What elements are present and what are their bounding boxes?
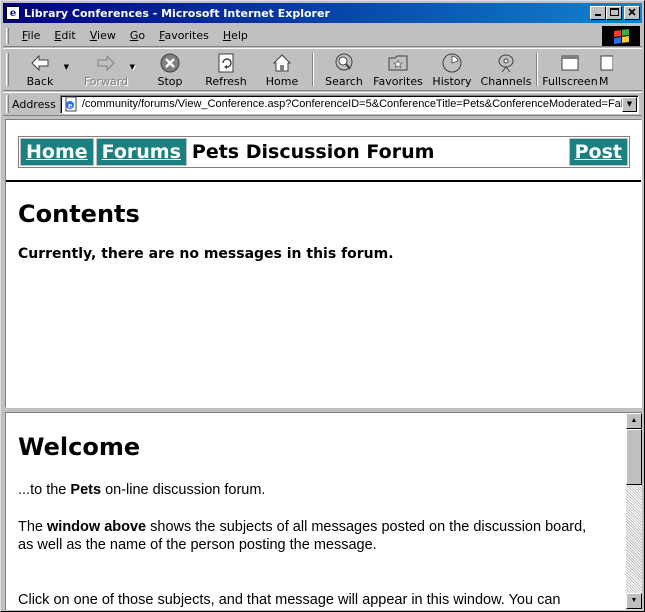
address-label: Address — [12, 97, 56, 111]
menu-bar: File Edit View Go Favorites Help — [3, 25, 642, 47]
favorites-button[interactable]: Favorites — [371, 49, 425, 90]
windows-flag-icon — [613, 28, 629, 44]
browser-window: e Library Conferences - Microsoft Intern… — [0, 0, 645, 612]
forward-dropdown-icon[interactable]: ▼ — [130, 63, 135, 71]
maximize-button[interactable] — [606, 6, 622, 20]
nav-post-link[interactable]: Post — [568, 138, 628, 166]
ie-app-icon[interactable]: e — [6, 6, 20, 20]
close-button[interactable] — [624, 6, 640, 20]
svg-text:e: e — [68, 101, 73, 110]
fullscreen-button[interactable]: Fullscreen — [541, 49, 599, 90]
home-button[interactable]: Home — [255, 49, 309, 90]
channels-satellite-icon — [498, 54, 514, 72]
refresh-icon — [218, 53, 234, 72]
forum-name-bold: Pets — [70, 482, 102, 498]
horizontal-rule — [6, 180, 641, 182]
menu-view[interactable]: View — [83, 29, 123, 42]
search-icon — [335, 53, 353, 70]
channels-button[interactable]: Channels — [479, 49, 533, 90]
back-arrow-icon — [31, 54, 49, 71]
history-button[interactable]: History — [425, 49, 479, 90]
nav-forums-link[interactable]: Forums — [95, 138, 187, 166]
back-button[interactable]: Back ▼ — [13, 49, 69, 90]
window-title: Library Conferences - Microsoft Internet… — [24, 6, 330, 20]
minimize-icon — [595, 14, 601, 16]
close-icon — [628, 8, 636, 16]
search-button[interactable]: Search — [317, 49, 371, 90]
welcome-intro: ...to the Pets on-line discussion forum. — [18, 482, 266, 498]
fullscreen-icon — [561, 55, 579, 70]
empty-forum-message: Currently, there are no messages in this… — [18, 246, 394, 262]
back-dropdown-icon[interactable]: ▼ — [64, 63, 69, 71]
menu-grip[interactable] — [6, 27, 9, 44]
page-icon: e — [65, 96, 77, 112]
toolbar-separator — [312, 53, 314, 86]
scroll-up-button[interactable]: ▲ — [626, 413, 642, 429]
home-icon — [272, 53, 292, 71]
stop-button[interactable]: Stop — [143, 49, 197, 90]
mail-icon — [600, 55, 613, 70]
welcome-heading: Welcome — [18, 433, 141, 461]
forum-title: Pets Discussion Forum — [191, 141, 435, 163]
menu-edit[interactable]: Edit — [47, 29, 82, 42]
forum-nav-bar: Home Forums Pets Discussion Forum Post — [18, 136, 630, 168]
toolbar-grip[interactable] — [6, 53, 9, 86]
vertical-scrollbar[interactable]: ▲ ▼ — [626, 413, 642, 610]
standard-toolbar: Back ▼ Forward ▼ Stop Refresh Home Searc… — [3, 48, 642, 91]
contents-frame: Home Forums Pets Discussion Forum Post C… — [5, 119, 642, 408]
history-icon — [442, 53, 462, 72]
address-input[interactable]: e /community/forums/View_Conference.asp?… — [59, 94, 639, 114]
welcome-paragraph-3: Click on one of those subjects, and that… — [18, 592, 561, 608]
minimize-button[interactable] — [590, 6, 606, 20]
menu-go[interactable]: Go — [123, 29, 152, 42]
address-url: /community/forums/View_Conference.asp?Co… — [81, 98, 622, 110]
favorites-folder-icon — [388, 55, 408, 70]
refresh-button[interactable]: Refresh — [199, 49, 253, 90]
address-dropdown-button[interactable]: ▼ — [622, 96, 637, 112]
forward-button[interactable]: Forward ▼ — [79, 49, 135, 90]
scroll-thumb[interactable] — [626, 429, 642, 485]
stop-icon — [160, 53, 180, 72]
address-bar: Address e /community/forums/View_Confere… — [3, 92, 642, 116]
welcome-paragraph-2: The window above shows the subjects of a… — [18, 519, 587, 553]
nav-home-link[interactable]: Home — [20, 138, 94, 166]
address-grip[interactable] — [6, 95, 9, 113]
scroll-down-button[interactable]: ▼ — [626, 593, 642, 609]
contents-heading: Contents — [18, 200, 140, 228]
toolbar-separator — [536, 53, 538, 86]
forward-arrow-icon — [97, 54, 115, 71]
windows-logo-throbber — [602, 26, 640, 46]
welcome-frame: Welcome ...to the Pets on-line discussio… — [5, 412, 642, 610]
mail-button[interactable]: M — [599, 49, 619, 90]
title-bar[interactable]: e Library Conferences - Microsoft Intern… — [3, 3, 642, 23]
menu-favorites[interactable]: Favorites — [152, 29, 216, 42]
maximize-icon — [610, 8, 619, 16]
menu-help[interactable]: Help — [216, 29, 255, 42]
menu-file[interactable]: File — [15, 29, 47, 42]
